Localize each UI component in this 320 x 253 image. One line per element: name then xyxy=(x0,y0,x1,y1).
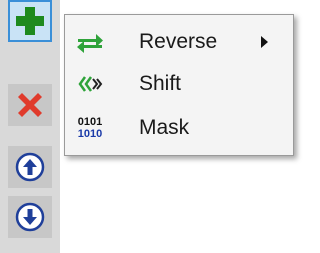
menu-label-reverse: Reverse xyxy=(139,30,218,53)
menu-item-mask[interactable]: 0101 1010 Mask xyxy=(65,107,293,149)
circle-arrow-up-icon xyxy=(15,152,45,182)
vertical-toolbar xyxy=(0,0,60,253)
context-menu: Reverse Shift 0101 1010 Mask xyxy=(64,14,294,156)
swap-arrows-icon xyxy=(73,27,107,57)
binary-icon-bottom-text: 1010 xyxy=(77,128,103,140)
menu-label-mask: Mask xyxy=(139,116,190,139)
binary-icon: 0101 1010 xyxy=(73,113,107,143)
move-down-button[interactable] xyxy=(8,196,52,238)
move-up-button[interactable] xyxy=(8,146,52,188)
x-icon xyxy=(14,89,46,121)
delete-button[interactable] xyxy=(8,84,52,126)
add-button[interactable] xyxy=(8,0,52,42)
menu-item-reverse[interactable]: Reverse xyxy=(65,21,293,63)
plus-icon xyxy=(14,5,46,37)
double-chevron-icon xyxy=(73,69,107,99)
circle-arrow-down-icon xyxy=(15,202,45,232)
menu-label-shift: Shift xyxy=(139,72,182,95)
submenu-arrow-icon xyxy=(261,36,268,48)
menu-item-shift[interactable]: Shift xyxy=(65,63,293,105)
binary-icon-top-text: 0101 xyxy=(77,116,103,128)
